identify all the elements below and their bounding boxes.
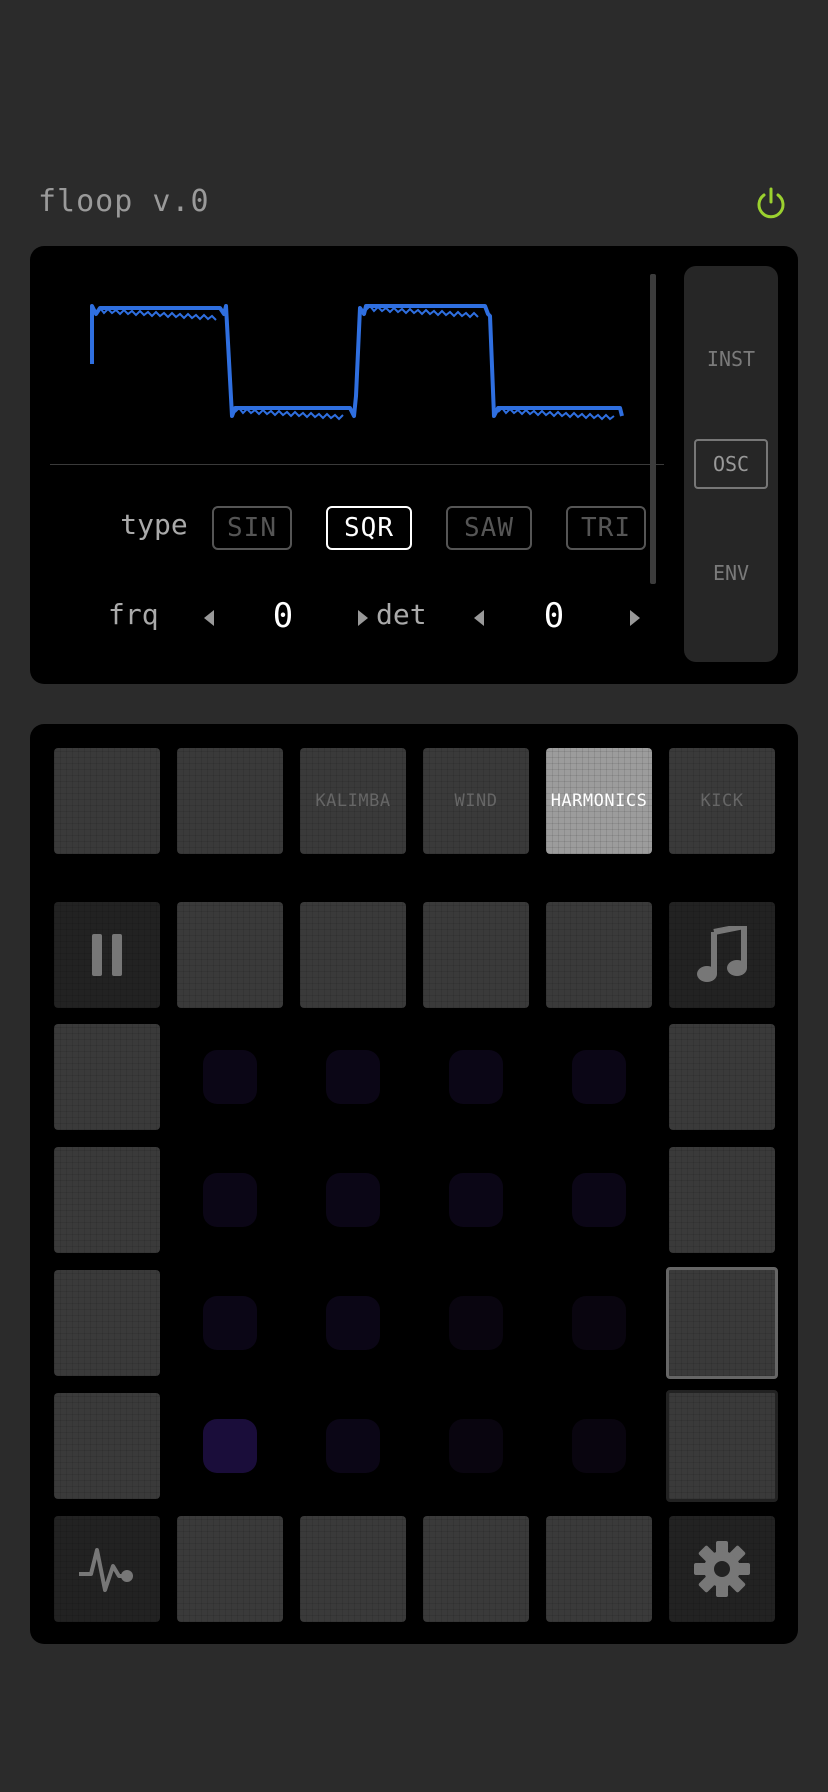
sequencer-cell[interactable] [326, 1050, 380, 1104]
step-pad[interactable] [177, 1516, 283, 1622]
frq-label: frq [108, 598, 159, 631]
settings-button[interactable] [669, 1516, 775, 1622]
pause-button[interactable] [54, 902, 160, 1008]
wave-tri-button[interactable]: TRI [566, 506, 646, 550]
mode-sidebar: INST OSC ENV [684, 266, 778, 662]
step-pad[interactable] [546, 1516, 652, 1622]
scroll-indicator[interactable] [650, 274, 656, 584]
pulse-icon [79, 1548, 133, 1592]
tab-osc[interactable]: OSC [694, 439, 768, 489]
wave-sin-button[interactable]: SIN [212, 506, 292, 550]
synth-panel: type SIN SQR SAW TRI frq 0 det 0 INST OS… [30, 246, 798, 684]
det-decrease-icon[interactable] [474, 610, 484, 626]
instrument-pad-2[interactable] [177, 748, 283, 854]
tab-env[interactable]: ENV [694, 548, 768, 598]
pause-icon [92, 934, 122, 976]
sequencer-cell-active[interactable] [203, 1419, 257, 1473]
instrument-pad-kalimba[interactable]: KALIMBA [300, 748, 406, 854]
gear-icon [694, 1541, 750, 1597]
sequencer-cell[interactable] [203, 1296, 257, 1350]
sequencer-cell[interactable] [449, 1173, 503, 1227]
sequencer-cell[interactable] [572, 1050, 626, 1104]
sequencer-cell[interactable] [326, 1296, 380, 1350]
frq-value: 0 [272, 596, 294, 636]
wave-saw-button[interactable]: SAW [446, 506, 532, 550]
tab-inst[interactable]: INST [694, 334, 768, 384]
step-pad[interactable] [423, 902, 529, 1008]
step-pad[interactable] [300, 902, 406, 1008]
row-pad[interactable] [666, 1390, 778, 1502]
sequencer-cell[interactable] [572, 1419, 626, 1473]
sequencer-cell[interactable] [203, 1050, 257, 1104]
row-pad[interactable] [54, 1270, 160, 1376]
step-pad[interactable] [300, 1516, 406, 1622]
row-pad[interactable] [54, 1393, 160, 1499]
sequencer-cell[interactable] [449, 1050, 503, 1104]
music-note-icon [697, 926, 747, 982]
step-pad[interactable] [546, 902, 652, 1008]
instrument-pad-1[interactable] [54, 748, 160, 854]
step-pad[interactable] [423, 1516, 529, 1622]
wave-sqr-button[interactable]: SQR [326, 506, 412, 550]
instrument-pad-kick[interactable]: KICK [669, 748, 775, 854]
det-label: det [376, 598, 427, 631]
row-pad[interactable] [54, 1147, 160, 1253]
waveform-display [90, 304, 624, 421]
app-title: floop v.0 [38, 184, 210, 219]
instrument-pad-harmonics[interactable]: HARMONICS [546, 748, 652, 854]
pad-grid-panel: KALIMBA WIND HARMONICS KICK [30, 724, 798, 1644]
row-pad[interactable] [669, 1024, 775, 1130]
sequencer-cell[interactable] [449, 1419, 503, 1473]
row-pad[interactable] [669, 1147, 775, 1253]
pulse-button[interactable] [54, 1516, 160, 1622]
sequencer-cell[interactable] [203, 1173, 257, 1227]
music-button[interactable] [669, 902, 775, 1008]
det-value: 0 [543, 596, 565, 636]
frq-increase-icon[interactable] [358, 610, 368, 626]
sequencer-cell[interactable] [572, 1296, 626, 1350]
sequencer-cell[interactable] [572, 1173, 626, 1227]
sequencer-cell[interactable] [326, 1173, 380, 1227]
row-pad[interactable] [54, 1024, 160, 1130]
power-icon[interactable] [754, 186, 788, 220]
divider [50, 464, 664, 465]
row-pad-highlighted[interactable] [666, 1267, 778, 1379]
step-pad[interactable] [177, 902, 283, 1008]
sequencer-cell[interactable] [449, 1296, 503, 1350]
frq-decrease-icon[interactable] [204, 610, 214, 626]
det-increase-icon[interactable] [630, 610, 640, 626]
type-label: type [120, 508, 188, 541]
sequencer-cell[interactable] [326, 1419, 380, 1473]
instrument-pad-wind[interactable]: WIND [423, 748, 529, 854]
